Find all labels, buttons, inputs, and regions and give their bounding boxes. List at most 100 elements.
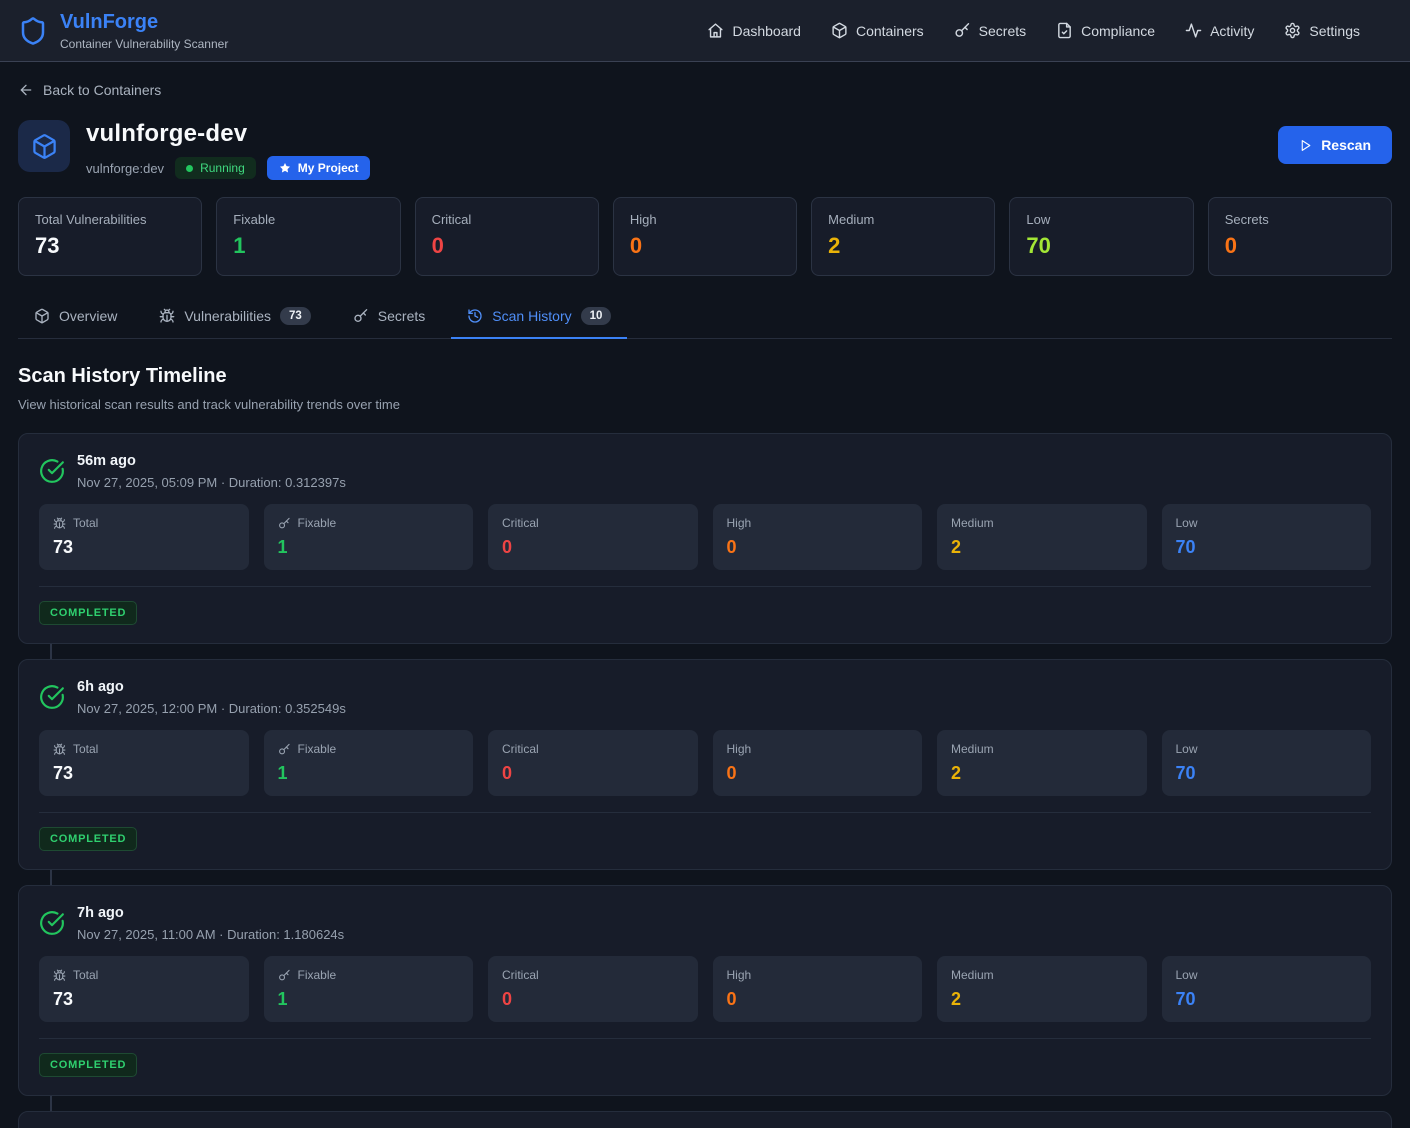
stat-label: Low (1026, 212, 1176, 227)
scan-stat-medium: Medium 2 (937, 956, 1147, 1022)
tab-label: Vulnerabilities (184, 308, 271, 324)
scan-stat-value: 2 (951, 989, 1133, 1010)
check-circle-icon (39, 452, 65, 490)
scan-stat-value: 70 (1176, 989, 1358, 1010)
nav-item-settings[interactable]: Settings (1284, 22, 1360, 39)
key-icon (278, 969, 291, 982)
scan-card-header: 7h ago Nov 27, 2025, 11:00 AM · Duration… (39, 904, 1371, 942)
tab-scan-history[interactable]: Scan History 10 (451, 297, 627, 338)
tab-secrets[interactable]: Secrets (337, 297, 441, 338)
scan-stat-medium: Medium 2 (937, 730, 1147, 796)
scan-stat-low: Low 70 (1162, 730, 1372, 796)
container-header: vulnforge-dev vulnforge:dev Running My P… (18, 120, 1392, 180)
gear-icon (1284, 22, 1301, 39)
key-icon (278, 517, 291, 530)
tab-overview[interactable]: Overview (18, 297, 133, 338)
app-name: VulnForge (60, 11, 228, 34)
nav-item-label: Secrets (979, 23, 1026, 39)
key-icon (954, 22, 971, 39)
rescan-button[interactable]: Rescan (1278, 126, 1392, 164)
scan-stat-fixable: Fixable 1 (264, 504, 474, 570)
scan-stat-critical: Critical 0 (488, 956, 698, 1022)
nav-item-containers[interactable]: Containers (831, 22, 924, 39)
scan-stat-label: Critical (502, 968, 684, 982)
scan-stat-low: Low 70 (1162, 504, 1372, 570)
scan-stat-label: Critical (502, 742, 684, 756)
home-icon (707, 22, 724, 39)
stat-value: 73 (35, 233, 185, 259)
bug-icon (53, 743, 66, 756)
scan-stat-label: Fixable (278, 742, 460, 756)
top-nav: VulnForge Container Vulnerability Scanne… (0, 0, 1410, 62)
scan-stat-critical: Critical 0 (488, 504, 698, 570)
scan-status-badge: COMPLETED (39, 827, 137, 851)
tabs: Overview Vulnerabilities 73 Secrets Scan… (18, 297, 1392, 339)
stat-label: Secrets (1225, 212, 1375, 227)
scan-stat-value: 73 (53, 989, 235, 1010)
scan-stat-label: Low (1176, 968, 1358, 982)
history-icon (467, 308, 483, 324)
scan-stat-total: Total 73 (39, 504, 249, 570)
scan-card-header: 56m ago Nov 27, 2025, 05:09 PM · Duratio… (39, 452, 1371, 490)
status-dot-icon (186, 165, 193, 172)
tab-count-badge: 10 (581, 307, 612, 325)
container-avatar (18, 120, 70, 172)
app-subtitle: Container Vulnerability Scanner (60, 37, 228, 51)
nav-item-secrets[interactable]: Secrets (954, 22, 1026, 39)
scan-meta: Nov 27, 2025, 12:00 PM · Duration: 0.352… (77, 701, 346, 716)
scan-card: 7h ago Nov 27, 2025, 11:00 AM · Duration… (18, 885, 1392, 1096)
container-identity: vulnforge-dev vulnforge:dev Running My P… (18, 120, 370, 180)
nav-item-activity[interactable]: Activity (1185, 22, 1254, 39)
scan-stat-label: Medium (951, 968, 1133, 982)
stat-label: High (630, 212, 780, 227)
stat-value: 0 (630, 233, 780, 259)
scan-stat-fixable: Fixable 1 (264, 956, 474, 1022)
stat-value: 2 (828, 233, 978, 259)
nav-item-dashboard[interactable]: Dashboard (707, 22, 801, 39)
stat-label: Medium (828, 212, 978, 227)
scan-stat-value: 0 (502, 763, 684, 784)
scan-stat-label: Medium (951, 742, 1133, 756)
scan-meta: Nov 27, 2025, 11:00 AM · Duration: 1.180… (77, 927, 344, 942)
tab-label: Scan History (492, 308, 571, 324)
check-circle-icon (39, 678, 65, 716)
scan-stat-value: 0 (727, 763, 909, 784)
back-link-label: Back to Containers (43, 82, 161, 98)
stat-value: 0 (432, 233, 582, 259)
stat-value: 1 (233, 233, 383, 259)
main-content: Back to Containers vulnforge-dev vulnfor… (0, 62, 1410, 1128)
bug-icon (53, 969, 66, 982)
package-icon (831, 22, 848, 39)
scan-stat-value: 0 (502, 537, 684, 558)
scan-meta: Nov 27, 2025, 05:09 PM · Duration: 0.312… (77, 475, 346, 490)
nav-item-label: Settings (1309, 23, 1360, 39)
nav-item-label: Dashboard (732, 23, 801, 39)
stat-label: Fixable (233, 212, 383, 227)
tab-vulnerabilities[interactable]: Vulnerabilities 73 (143, 297, 326, 338)
tab-label: Secrets (378, 308, 425, 324)
container-meta: vulnforge:dev Running My Project (86, 156, 370, 180)
scan-stat-value: 0 (502, 989, 684, 1010)
arrow-left-icon (18, 82, 34, 98)
scan-stat-label: Total (53, 516, 235, 530)
scan-timeline: 56m ago Nov 27, 2025, 05:09 PM · Duratio… (18, 433, 1392, 1128)
project-badge[interactable]: My Project (267, 156, 371, 180)
key-icon (278, 743, 291, 756)
timeline-connector (50, 1096, 52, 1111)
scan-stat-label: Low (1176, 742, 1358, 756)
package-icon (34, 308, 50, 324)
back-to-containers-link[interactable]: Back to Containers (18, 82, 161, 98)
check-circle-icon (39, 904, 65, 942)
scan-stat-label: Fixable (278, 968, 460, 982)
scan-stat-label: Total (53, 742, 235, 756)
scan-stat-label: Low (1176, 516, 1358, 530)
nav-item-label: Containers (856, 23, 924, 39)
rescan-button-label: Rescan (1321, 137, 1371, 153)
scan-stat-value: 0 (727, 537, 909, 558)
nav-item-compliance[interactable]: Compliance (1056, 22, 1155, 39)
scan-status-badge: COMPLETED (39, 1053, 137, 1077)
status-badge: Running (175, 157, 256, 179)
star-icon (279, 162, 291, 174)
scan-stat-value: 70 (1176, 763, 1358, 784)
status-label: Running (200, 161, 245, 175)
